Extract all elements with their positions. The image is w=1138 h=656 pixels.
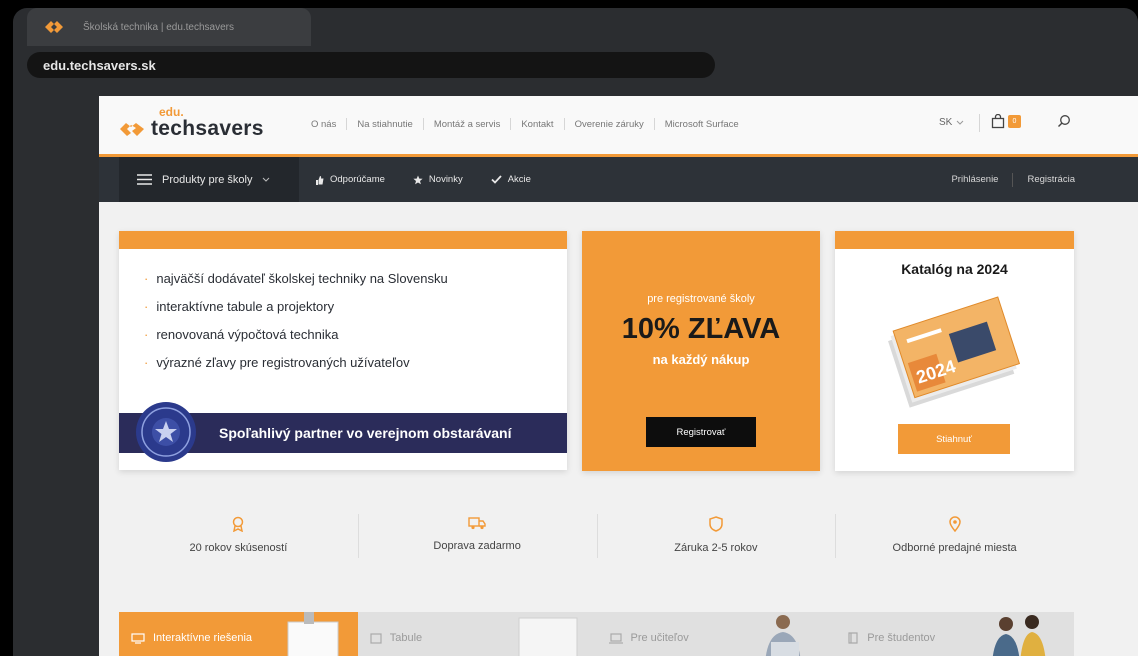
top-navigation: O nás Na stiahnutie Montáž a servis Kont… bbox=[301, 118, 749, 130]
cart-button[interactable]: 0 bbox=[991, 114, 1021, 129]
address-bar[interactable]: edu.techsavers.sk bbox=[27, 52, 715, 78]
download-catalog-button[interactable]: Stiahnuť bbox=[898, 424, 1010, 454]
site-favicon-icon bbox=[45, 21, 63, 33]
search-button[interactable] bbox=[1057, 114, 1071, 133]
promo-card-catalog: Katalóg na 2024 2024 Stiahnuť bbox=[835, 231, 1074, 471]
truck-icon bbox=[468, 517, 486, 530]
seal-badge-icon bbox=[136, 402, 196, 462]
monitor-icon bbox=[131, 632, 145, 644]
list-item: · renovovaná výpočtová technika bbox=[144, 327, 339, 342]
award-icon bbox=[233, 516, 244, 532]
feature-stores: Odborné predajné miesta bbox=[835, 514, 1074, 566]
feature-label: Doprava zadarmo bbox=[433, 540, 521, 552]
search-icon bbox=[1058, 115, 1070, 127]
chevron-down-icon bbox=[956, 120, 964, 125]
book-icon bbox=[848, 632, 858, 644]
category-label: Interaktívne riešenia bbox=[153, 632, 253, 644]
feature-warranty: Záruka 2-5 rokov bbox=[596, 514, 836, 566]
board-icon bbox=[370, 632, 382, 644]
teacher-photo bbox=[766, 615, 801, 656]
category-label: Pre učiteľov bbox=[630, 632, 689, 644]
auth-links: Prihlásenie Registrácia bbox=[951, 157, 1075, 202]
list-item: · najväčší dodávateľ školskej techniky na… bbox=[144, 271, 448, 286]
auth-divider bbox=[1012, 172, 1014, 187]
url-text: edu.techsavers.sk bbox=[43, 57, 156, 73]
feature-label: 20 rokov skúseností bbox=[189, 542, 288, 554]
nav-service[interactable]: Montáž a servis bbox=[424, 119, 511, 130]
register-link[interactable]: Registrácia bbox=[1027, 174, 1075, 185]
laptop-icon bbox=[608, 632, 623, 644]
nav-news-label: Novinky bbox=[428, 174, 463, 185]
checkmark-icon bbox=[491, 175, 502, 184]
list-item: · interaktívne tabule a projektory bbox=[144, 299, 335, 314]
nav-deals[interactable]: Akcie bbox=[491, 174, 531, 185]
card-top-band bbox=[119, 231, 567, 249]
language-code: SK bbox=[939, 117, 953, 128]
promo-card-discount: pre registrované školy 10% ZĽAVA na každ… bbox=[582, 231, 820, 471]
feature-shipping: Doprava zadarmo bbox=[357, 514, 597, 566]
category-label: Pre študentov bbox=[867, 632, 936, 644]
products-menu-button[interactable]: Produkty pre školy bbox=[119, 157, 299, 202]
feature-label: Záruka 2-5 rokov bbox=[674, 542, 758, 554]
main-navbar: Produkty pre školy Odporúčame Novinky Ak… bbox=[99, 154, 1138, 202]
discount-note: na každý nákup bbox=[652, 352, 750, 367]
partner-banner: Spoľahlivý partner vo verejnom obstaráva… bbox=[119, 402, 567, 462]
navbar-links: Odporúčame Novinky Akcie bbox=[315, 157, 531, 202]
star-icon bbox=[413, 175, 423, 184]
cart-count-badge: 0 bbox=[1008, 115, 1021, 128]
site-logo[interactable]: edu. techsavers bbox=[119, 106, 264, 139]
language-selector[interactable]: SK bbox=[939, 117, 964, 128]
nav-recommended[interactable]: Odporúčame bbox=[315, 174, 385, 185]
feature-experience: 20 rokov skúseností bbox=[119, 516, 358, 566]
catalog-title: Katalóg na 2024 bbox=[901, 261, 1008, 277]
interactive-board-image bbox=[287, 612, 339, 656]
web-page: edu. techsavers O nás Na stiahnutie Mont… bbox=[99, 96, 1138, 656]
discount-subtitle: pre registrované školy bbox=[647, 293, 755, 305]
card-top-band bbox=[835, 231, 1074, 249]
browser-window: Školská technika | edu.techsavers edu.te… bbox=[13, 8, 1138, 656]
category-interactive[interactable]: Interaktívne riešenia bbox=[119, 612, 358, 656]
category-tiles: Interaktívne riešenia Tabule Pre učiteľo… bbox=[119, 612, 1074, 656]
category-students[interactable]: Pre študentov bbox=[835, 612, 1074, 656]
nav-warranty-check[interactable]: Overenie záruky bbox=[565, 119, 654, 130]
list-item: · výrazné zľavy pre registrovaných užívat… bbox=[144, 355, 410, 370]
site-header: edu. techsavers O nás Na stiahnutie Mont… bbox=[99, 96, 1138, 154]
nav-downloads[interactable]: Na stiahnutie bbox=[347, 119, 422, 130]
hamburger-menu-icon bbox=[137, 174, 152, 185]
nav-recommended-label: Odporúčame bbox=[330, 174, 385, 185]
chevron-down-icon bbox=[263, 177, 270, 182]
features-row: 20 rokov skúseností Doprava zadarmo Záru… bbox=[119, 514, 1074, 566]
shopping-bag-icon bbox=[991, 114, 1005, 129]
register-button[interactable]: Registrovať bbox=[646, 417, 756, 447]
category-boards[interactable]: Tabule bbox=[357, 612, 597, 656]
tab-title: Školská technika | edu.techsavers bbox=[83, 21, 235, 33]
browser-tab[interactable]: Školská technika | edu.techsavers bbox=[27, 8, 311, 46]
nav-about[interactable]: O nás bbox=[301, 119, 346, 130]
products-menu-label: Produkty pre školy bbox=[162, 173, 253, 186]
promo-card-benefits: · najväčší dodávateľ školskej techniky na… bbox=[119, 231, 567, 470]
nav-deals-label: Akcie bbox=[507, 174, 531, 185]
category-teachers[interactable]: Pre učiteľov bbox=[596, 612, 836, 656]
catalog-image: 2024 bbox=[888, 296, 1021, 408]
logo-mark-icon bbox=[120, 123, 144, 136]
benefits-list: · najväčší dodávateľ školskej techniky na… bbox=[144, 271, 567, 370]
category-label: Tabule bbox=[389, 632, 423, 644]
logo-name: techsavers bbox=[151, 117, 264, 140]
header-divider bbox=[979, 114, 980, 132]
feature-label: Odborné predajné miesta bbox=[892, 542, 1017, 554]
map-pin-icon bbox=[948, 516, 961, 532]
discount-headline: 10% ZĽAVA bbox=[621, 313, 781, 345]
whiteboard-image bbox=[518, 617, 577, 656]
nav-surface[interactable]: Microsoft Surface bbox=[655, 119, 749, 130]
nav-contact[interactable]: Kontakt bbox=[511, 119, 563, 130]
thumbs-up-icon bbox=[316, 175, 324, 185]
students-photo bbox=[992, 615, 1046, 656]
login-link[interactable]: Prihlásenie bbox=[951, 174, 998, 185]
partner-text: Spoľahlivý partner vo verejnom obstaráva… bbox=[219, 425, 512, 441]
shield-icon bbox=[709, 516, 723, 532]
nav-news[interactable]: Novinky bbox=[413, 174, 463, 185]
